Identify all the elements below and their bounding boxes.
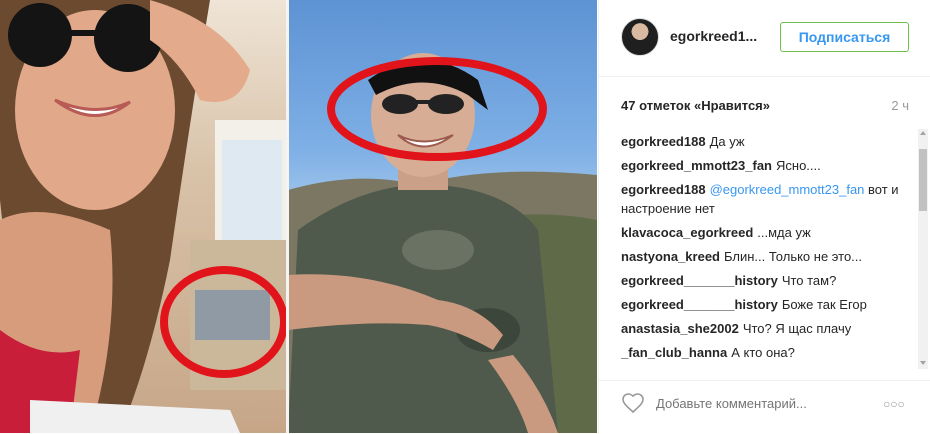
- heart-icon[interactable]: [621, 391, 645, 415]
- comment: egorkreed188 @egorkreed_mmott23_fan вот и…: [621, 180, 911, 218]
- right-panel-illustration: [288, 53, 597, 433]
- comment-author[interactable]: egorkreed_______history: [621, 273, 778, 288]
- post-sidebar: egorkreed1... Подписаться 47 отметок «Нр…: [598, 0, 930, 433]
- username[interactable]: egorkreed1...: [670, 28, 757, 44]
- comment-text: ...мда уж: [757, 225, 811, 240]
- comment-author[interactable]: egorkreed_______history: [621, 297, 778, 312]
- comment-author[interactable]: egorkreed_mmott23_fan: [621, 158, 772, 173]
- post-photo: [0, 0, 597, 433]
- comment: _fan_club_hanna А кто она?: [621, 343, 911, 362]
- comment: egorkreed_mmott23_fan Ясно....: [621, 156, 911, 175]
- scroll-thumb[interactable]: [919, 149, 927, 211]
- comment-text: Блин... Только не это...: [724, 249, 863, 264]
- comment: egorkreed_______history Боже так Егор: [621, 295, 911, 314]
- comment-author[interactable]: klavacoca_egorkreed: [621, 225, 753, 240]
- comment-author[interactable]: _fan_club_hanna: [621, 345, 727, 360]
- comment-author[interactable]: anastasia_she2002: [621, 321, 739, 336]
- follow-button[interactable]: Подписаться: [780, 22, 909, 52]
- comment-mention[interactable]: @egorkreed_mmott23_fan: [710, 182, 865, 197]
- comment-text: Что? Я щас плачу: [742, 321, 852, 336]
- comment-text: Ясно....: [776, 158, 821, 173]
- comments-list: egorkreed188 Да уж egorkreed_mmott23_fan Я…: [621, 132, 911, 372]
- comment: anastasia_she2002 Что? Я щас плачу: [621, 319, 911, 338]
- avatar[interactable]: [621, 18, 659, 56]
- comment: klavacoca_egorkreed ...мда уж: [621, 223, 911, 242]
- scroll-down-icon[interactable]: [920, 361, 926, 365]
- comment-text: А кто она?: [731, 345, 795, 360]
- comments-scrollbar[interactable]: [918, 129, 928, 369]
- more-options-icon[interactable]: ○○○: [883, 398, 909, 410]
- photo-right-panel: [288, 0, 597, 433]
- comment-text: Да уж: [709, 134, 745, 149]
- comment: egorkreed188 Да уж: [621, 132, 911, 151]
- left-panel-illustration: [0, 0, 288, 433]
- likes-count[interactable]: 47 отметок «Нравится»: [621, 98, 770, 113]
- comment-author[interactable]: egorkreed188: [621, 134, 706, 149]
- comment-author[interactable]: nastyona_kreed: [621, 249, 720, 264]
- comment-text: Что там?: [781, 273, 837, 288]
- post-footer: ○○○: [599, 380, 930, 434]
- likes-row: 47 отметок «Нравится» 2 ч: [621, 98, 909, 116]
- comment-text: Боже так Егор: [781, 297, 867, 312]
- post-time[interactable]: 2 ч: [891, 98, 909, 113]
- comment: egorkreed_______history Что там?: [621, 271, 911, 290]
- photo-divider: [286, 0, 289, 433]
- post-header: egorkreed1... Подписаться: [599, 0, 930, 77]
- comment-input[interactable]: [656, 394, 836, 412]
- comment-author[interactable]: egorkreed188: [621, 182, 706, 197]
- comment: nastyona_kreed Блин... Только не это...: [621, 247, 911, 266]
- photo-left-panel: [0, 0, 288, 433]
- scroll-up-icon[interactable]: [920, 131, 926, 135]
